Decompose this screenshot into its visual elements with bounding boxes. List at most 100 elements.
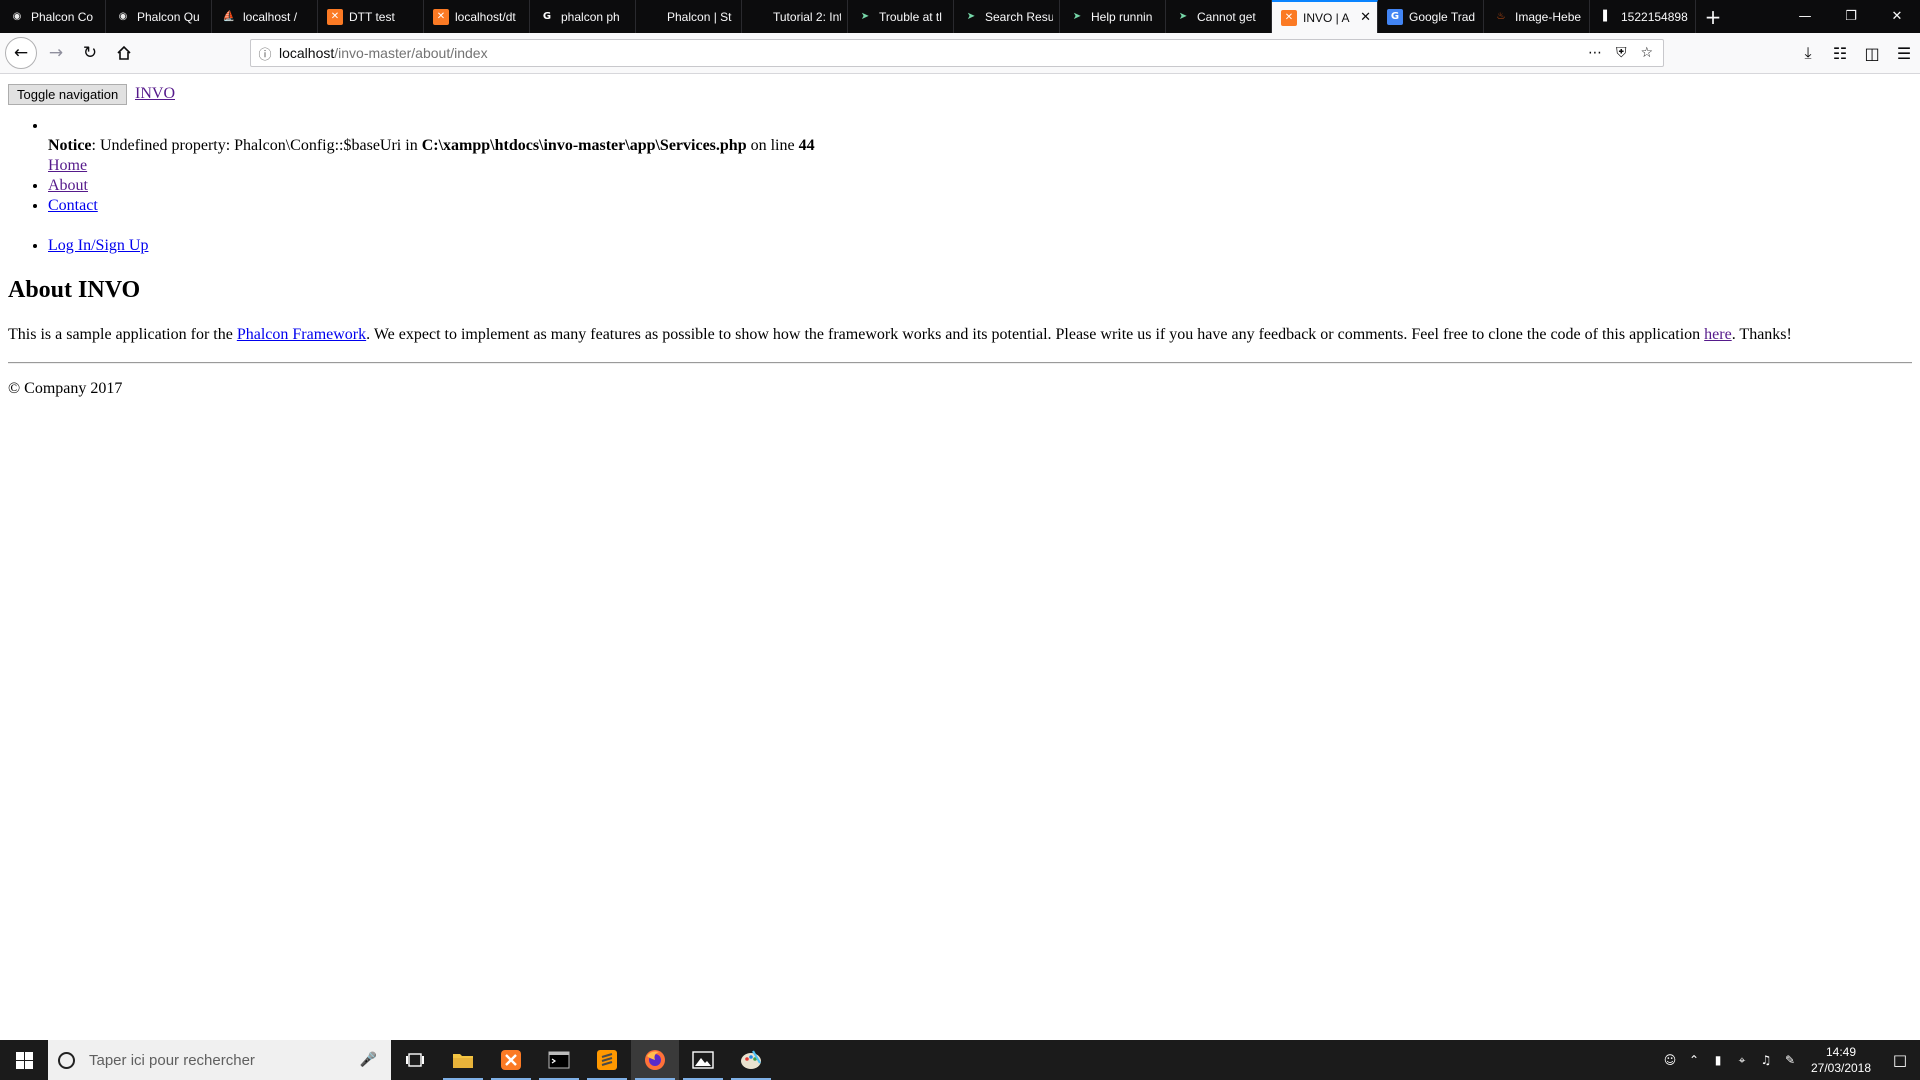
tab-10[interactable]: ➤ Help runnin <box>1060 0 1166 33</box>
taskbar-sublime-text[interactable] <box>583 1040 631 1080</box>
url-path: /invo-master/about/index <box>334 45 488 61</box>
blank-icon <box>751 9 767 25</box>
phalcon-framework-link[interactable]: Phalcon Framework <box>237 326 366 343</box>
notice-file: C:\xampp\htdocs\invo-master\app\Services… <box>421 137 747 154</box>
downloads-icon[interactable]: ⤓ <box>1792 43 1824 63</box>
clone-here-link[interactable]: here <box>1704 326 1732 343</box>
notice-text: : Undefined property: Phalcon\Config::$b… <box>91 137 422 154</box>
arrow-left-icon: ← <box>13 43 29 63</box>
volume-muted-icon[interactable]: ♫ <box>1754 1053 1778 1067</box>
phpmyadmin-icon: ⛵ <box>222 11 236 22</box>
tab-14[interactable]: ♨ Image-Hebe <box>1484 0 1590 33</box>
new-tab-button[interactable]: + <box>1696 0 1730 33</box>
sidebar-icon[interactable]: ◫ <box>1856 44 1888 63</box>
taskbar-terminal[interactable] <box>535 1040 583 1080</box>
pocket-icon[interactable]: ⛨ <box>1616 45 1627 61</box>
tab-label: DTT test <box>349 9 395 24</box>
about-text-3: . Thanks! <box>1731 326 1792 343</box>
tab-15[interactable]: ▌ 1522154898 <box>1590 0 1696 33</box>
task-view-button[interactable] <box>391 1040 439 1080</box>
url-bar[interactable]: ⓘ localhost/invo-master/about/index ⋯ ⛨ … <box>250 39 1664 67</box>
task-view-icon <box>406 1053 424 1067</box>
login-signup-link[interactable]: Log In/Sign Up <box>48 237 148 254</box>
page-content: Toggle navigation INVO Notice: Undefined… <box>0 74 1920 1040</box>
home-button[interactable] <box>109 38 139 68</box>
taskbar-search[interactable]: Taper ici pour rechercher 🎤 <box>48 1040 391 1080</box>
tab-2[interactable]: ⛵ localhost / <box>212 0 318 33</box>
menu-icon[interactable]: ☰ <box>1888 44 1920 63</box>
xampp-icon: ✕ <box>327 8 343 25</box>
tab-12[interactable]: ✕ INVO | A ✕ <box>1272 0 1378 33</box>
tab-label: Help runnin <box>1091 9 1153 24</box>
pen-icon[interactable]: ✎ <box>1778 1053 1802 1067</box>
menu-item-contact[interactable]: Contact <box>48 197 98 214</box>
windows-logo-icon <box>15 1051 33 1069</box>
notice-line-number: 44 <box>798 137 815 154</box>
close-window-icon[interactable]: ✕ <box>1874 0 1920 33</box>
tab-7[interactable]: Tutorial 2: Introc <box>742 0 848 33</box>
blank-icon <box>645 9 661 25</box>
page-actions-icon[interactable]: ⋯ <box>1588 45 1602 61</box>
notice-label: Notice <box>48 137 92 154</box>
library-icon[interactable]: ☷ <box>1824 44 1856 63</box>
menu-item-about-row: About <box>48 176 815 196</box>
close-tab-icon[interactable]: ✕ <box>1360 10 1371 25</box>
tab-13[interactable]: G Google Trad <box>1378 0 1484 33</box>
tab-label: Trouble at tl <box>879 9 942 24</box>
taskbar-paint[interactable] <box>727 1040 775 1080</box>
terminal-icon <box>548 1051 570 1069</box>
tab-11[interactable]: ➤ Cannot get <box>1166 0 1272 33</box>
restore-icon[interactable]: ❐ <box>1828 0 1874 33</box>
browser-tab-bar: ◉ Phalcon Co ◉ Phalcon Qu ⛵ localhost / ✕ DTT … <box>0 0 1920 33</box>
menu-item-home[interactable]: Home <box>48 157 87 174</box>
taskbar-photos[interactable] <box>679 1040 727 1080</box>
reload-icon: ↻ <box>82 43 98 63</box>
toggle-navigation-button[interactable]: Toggle navigation <box>8 84 128 105</box>
start-button[interactable] <box>0 1040 48 1080</box>
brand-link[interactable]: INVO <box>135 85 175 103</box>
taskbar-firefox[interactable] <box>631 1040 679 1080</box>
tab-0[interactable]: ◉ Phalcon Co <box>0 0 106 33</box>
battery-icon[interactable]: ▮ <box>1706 1053 1730 1067</box>
url-host: localhost <box>279 45 335 61</box>
cortana-icon <box>58 1051 75 1069</box>
tab-label: Phalcon Co <box>31 9 94 24</box>
clock-time: 14:49 <box>1825 1045 1857 1059</box>
chevron-up-icon[interactable]: ⌃ <box>1682 1053 1706 1067</box>
taskbar-file-explorer[interactable] <box>439 1040 487 1080</box>
tab-label: phalcon ph <box>561 9 620 24</box>
reload-button[interactable]: ↻ <box>75 38 105 68</box>
bookmark-star-icon[interactable]: ☆ <box>1640 45 1653 61</box>
people-icon[interactable]: ☺ <box>1658 1053 1682 1067</box>
tab-label: Search Resu <box>985 9 1053 24</box>
tab-1[interactable]: ◉ Phalcon Qu <box>106 0 212 33</box>
folder-icon <box>453 1054 473 1068</box>
tab-4[interactable]: ✕ localhost/dt <box>424 0 530 33</box>
tab-6[interactable]: Phalcon | St <box>636 0 742 33</box>
user-menu: Log In/Sign Up <box>8 236 148 256</box>
action-center-icon[interactable]: □ <box>1880 1051 1920 1069</box>
tab-3[interactable]: ✕ DTT test <box>318 0 424 33</box>
paint-palette-icon <box>741 1050 761 1069</box>
microphone-icon[interactable]: 🎤 <box>360 1052 377 1068</box>
taskbar-xampp[interactable] <box>487 1040 535 1080</box>
tab-5[interactable]: Gphalcon ph <box>530 0 636 33</box>
browser-nav-bar: ← → ↻ ⓘ localhost/invo-master/about/inde… <box>0 33 1920 74</box>
site-info-icon[interactable]: ⓘ <box>251 44 279 63</box>
menu-item-about[interactable]: About <box>48 177 88 194</box>
notice-text-line: on line <box>746 137 799 154</box>
forward-button[interactable]: → <box>41 38 71 68</box>
back-button[interactable]: ← <box>5 37 37 69</box>
minimize-icon[interactable]: — <box>1782 0 1828 33</box>
tab-8[interactable]: ➤ Trouble at tl <box>848 0 954 33</box>
tab-label: Phalcon | St <box>667 9 732 24</box>
firefox-icon <box>645 1050 665 1070</box>
about-paragraph: This is a sample application for the Pha… <box>8 326 1792 344</box>
tab-strip: ◉ Phalcon Co ◉ Phalcon Qu ⛵ localhost / ✕ DTT … <box>0 0 1696 33</box>
wifi-icon[interactable]: ⌖ <box>1730 1053 1754 1068</box>
tab-9[interactable]: ➤ Search Resu <box>954 0 1060 33</box>
xampp-icon: ✕ <box>433 8 449 25</box>
phalcon-forum-icon: ➤ <box>1072 11 1082 22</box>
tab-label: Tutorial 2: Introc <box>773 9 841 24</box>
taskbar-clock[interactable]: 14:49 27/03/2018 <box>1802 1044 1880 1076</box>
